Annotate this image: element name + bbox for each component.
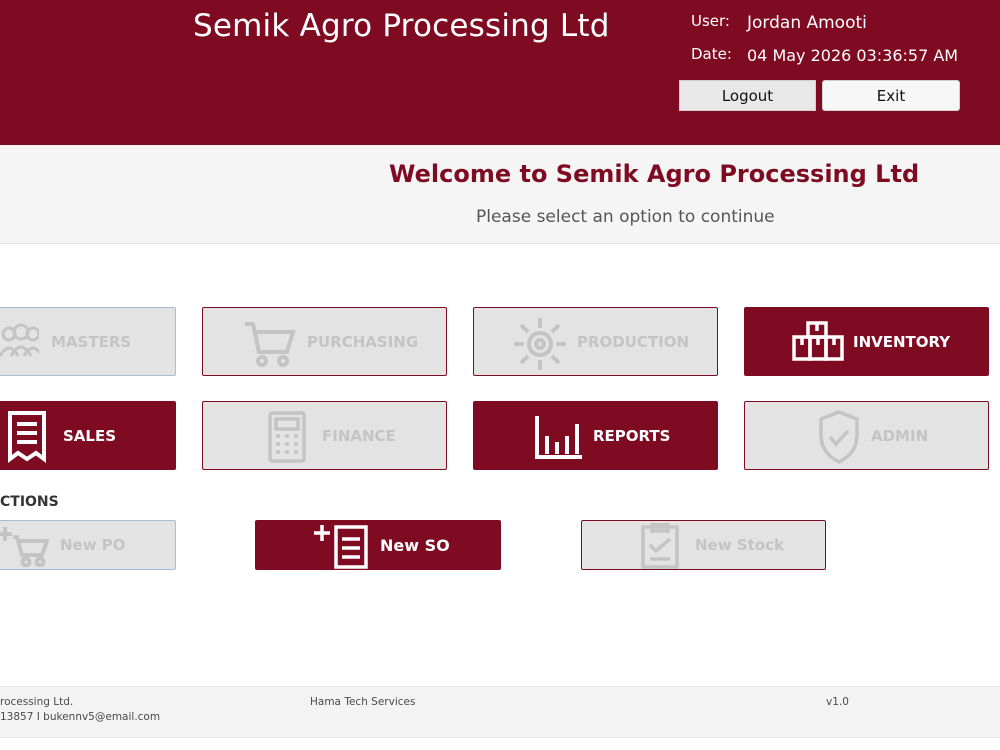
finance-label: FINANCE bbox=[322, 426, 396, 445]
cart-icon bbox=[243, 320, 297, 368]
footer: rocessing Ltd. 13857 I bukennv5@email.co… bbox=[0, 686, 1000, 738]
app-title: Semik Agro Processing Ltd bbox=[193, 8, 610, 44]
inventory-label: INVENTORY bbox=[853, 332, 951, 351]
gear-icon bbox=[512, 316, 568, 372]
new-stock-button[interactable]: New Stock bbox=[581, 520, 826, 570]
date-label: Date: bbox=[691, 45, 732, 63]
app-header: Semik Agro Processing Ltd User: Jordan A… bbox=[0, 0, 1000, 145]
footer-contact: 13857 I bukennv5@email.com bbox=[0, 711, 161, 723]
new-so-label: New SO bbox=[380, 535, 450, 555]
footer-company: rocessing Ltd. bbox=[0, 696, 74, 708]
users-icon bbox=[0, 322, 39, 360]
admin-label: ADMIN bbox=[871, 426, 929, 445]
inventory-tile[interactable]: INVENTORY bbox=[744, 307, 989, 376]
boxes-icon bbox=[792, 321, 844, 363]
purchasing-tile[interactable]: PURCHASING bbox=[202, 307, 447, 376]
new-po-label: New PO bbox=[60, 536, 126, 554]
user-name: Jordan Amooti bbox=[747, 13, 867, 33]
footer-vendor: Hama Tech Services bbox=[310, 696, 416, 708]
masters-label: MASTERS bbox=[51, 332, 132, 351]
new-stock-label: New Stock bbox=[695, 536, 784, 554]
receipt-icon bbox=[7, 410, 47, 464]
date-value: 04 May 2026 03:36:57 AM bbox=[747, 46, 959, 65]
clipboard-check-icon bbox=[640, 522, 680, 573]
exit-button[interactable]: Exit bbox=[822, 80, 960, 111]
bar-chart-icon bbox=[534, 414, 584, 460]
logout-button[interactable]: Logout bbox=[679, 80, 816, 111]
new-so-button[interactable]: New SO bbox=[255, 520, 501, 570]
user-label: User: bbox=[691, 12, 730, 30]
footer-version: v1.0 bbox=[826, 696, 849, 708]
welcome-title: Welcome to Semik Agro Processing Ltd bbox=[389, 160, 920, 188]
reports-tile[interactable]: REPORTS bbox=[473, 401, 718, 470]
production-tile[interactable]: PRODUCTION bbox=[473, 307, 718, 376]
welcome-subtitle: Please select an option to continue bbox=[476, 207, 775, 227]
reports-label: REPORTS bbox=[593, 426, 671, 445]
masters-tile[interactable]: MASTERS bbox=[0, 307, 176, 376]
add-document-icon bbox=[312, 523, 370, 573]
quick-actions-heading: CTIONS bbox=[0, 494, 59, 510]
cart-plus-icon bbox=[0, 525, 50, 571]
purchasing-label: PURCHASING bbox=[307, 332, 419, 351]
production-label: PRODUCTION bbox=[577, 332, 690, 351]
sales-tile[interactable]: SALES bbox=[0, 401, 176, 470]
new-po-button[interactable]: New PO bbox=[0, 520, 176, 570]
admin-tile[interactable]: ADMIN bbox=[744, 401, 989, 470]
shield-icon bbox=[817, 409, 861, 465]
sales-label: SALES bbox=[63, 426, 117, 445]
calculator-icon bbox=[267, 410, 307, 464]
finance-tile[interactable]: FINANCE bbox=[202, 401, 447, 470]
